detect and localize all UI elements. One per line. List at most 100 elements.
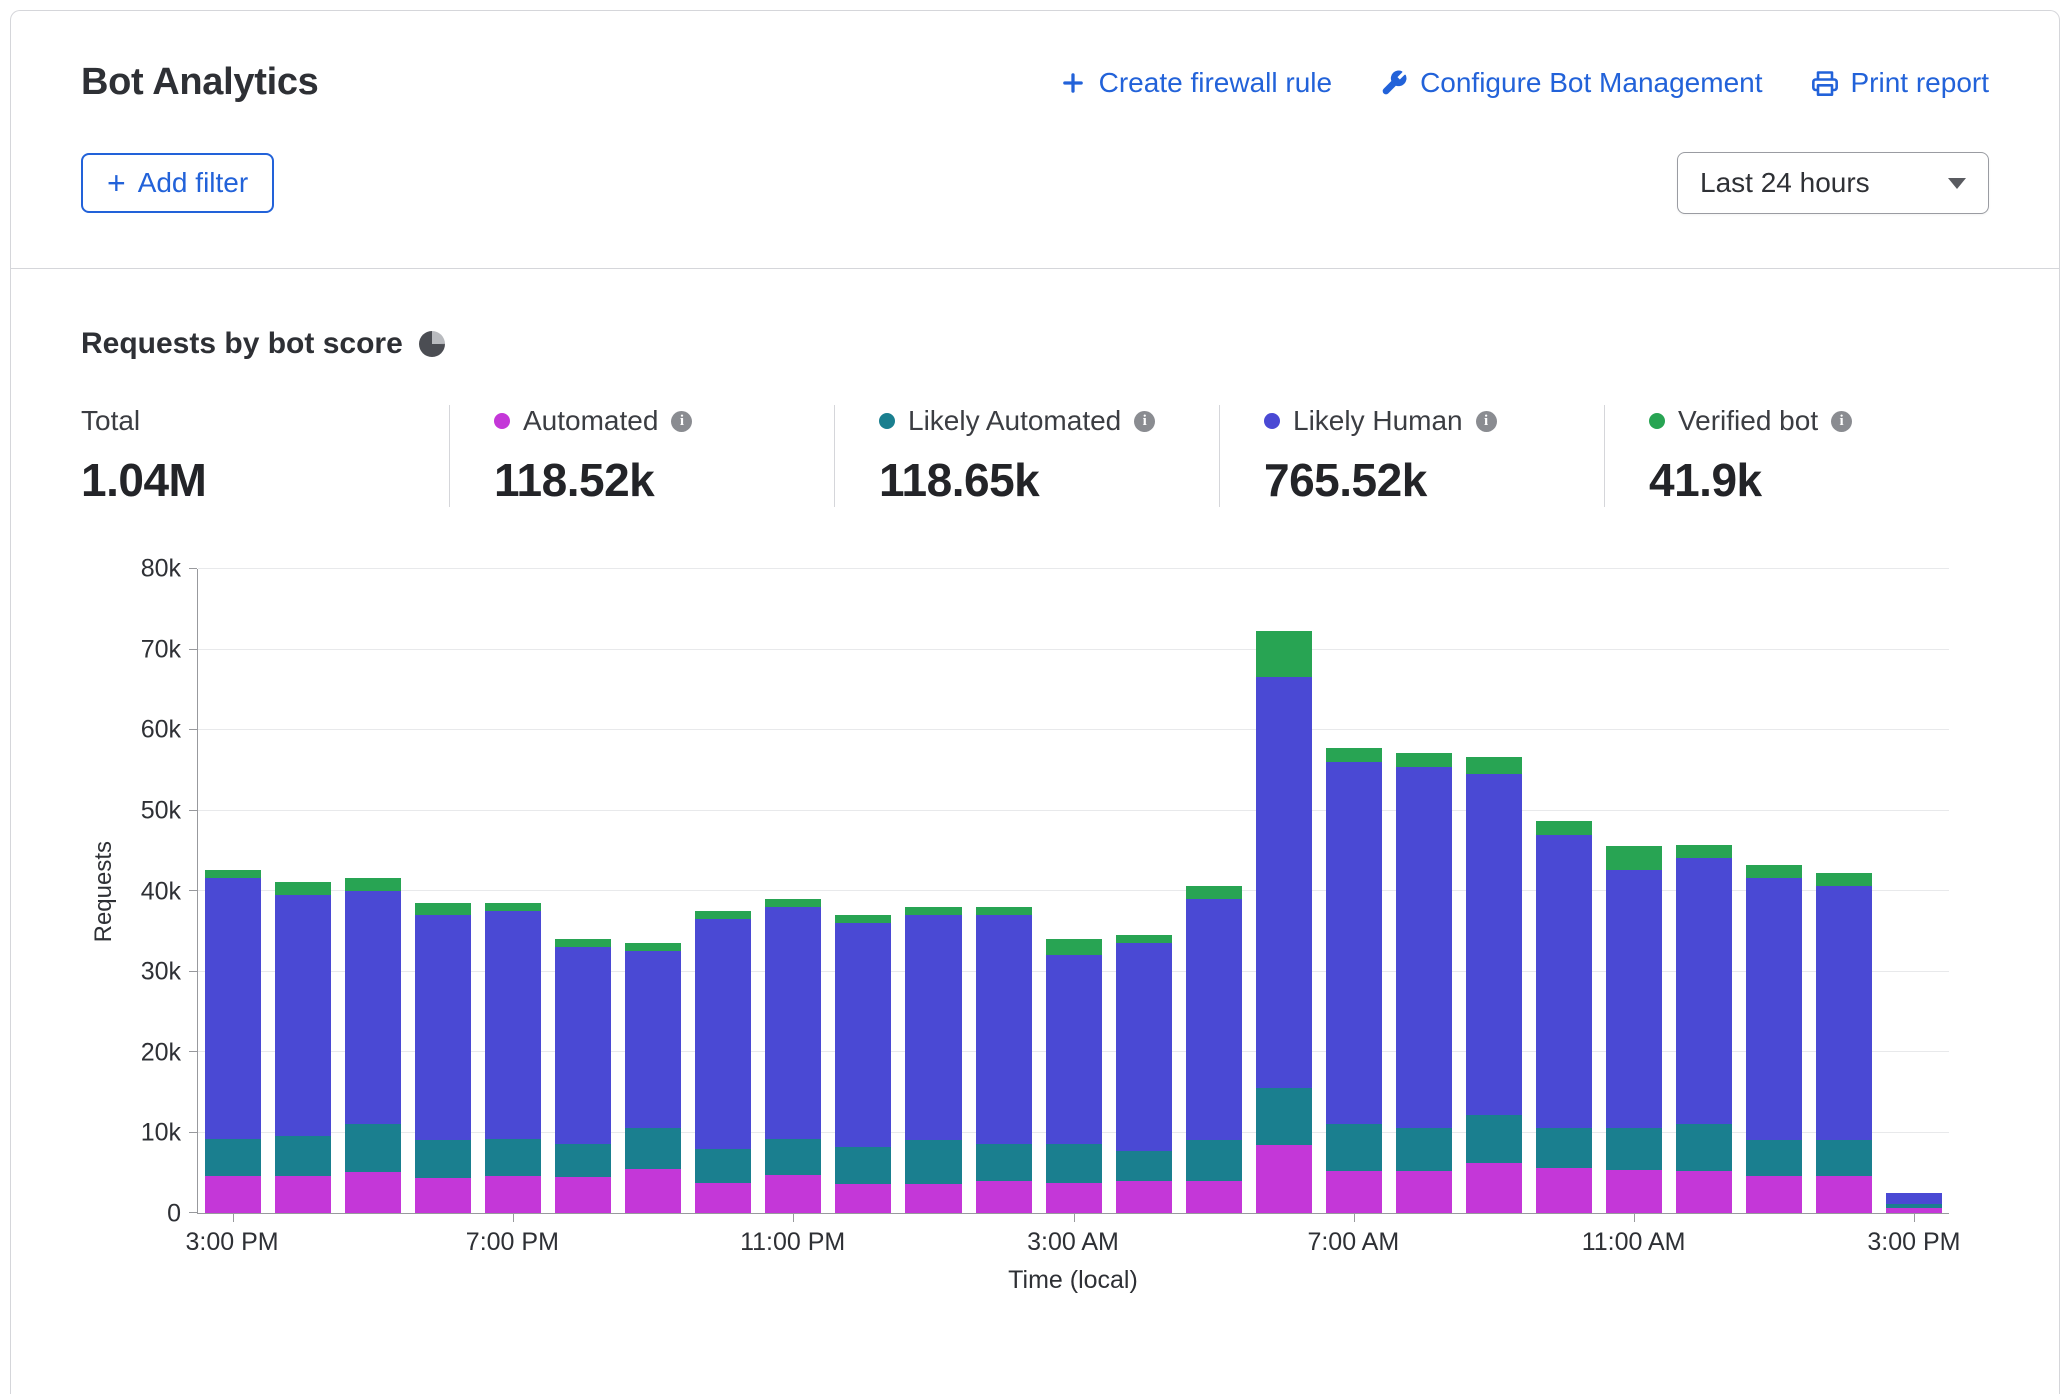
- segment-verified-bot: [555, 939, 611, 947]
- time-range-select[interactable]: Last 24 hours: [1677, 152, 1989, 214]
- stat-value: 41.9k: [1649, 453, 1989, 507]
- bar-slot: [198, 569, 268, 1213]
- wrench-icon: [1380, 69, 1408, 97]
- bar-slot: [898, 569, 968, 1213]
- bar-slot: [1389, 569, 1459, 1213]
- bar-slot: [1039, 569, 1109, 1213]
- segment-likely-automated: [835, 1147, 891, 1184]
- segment-verified-bot: [976, 907, 1032, 915]
- y-tick-mark: [189, 568, 197, 569]
- bars-layer: [198, 569, 1949, 1213]
- main: Requests by bot score Total 1.04M Automa…: [11, 327, 2059, 1295]
- segment-likely-automated: [765, 1139, 821, 1175]
- section-title-row: Requests by bot score: [81, 327, 1989, 361]
- segment-likely-human: [1746, 878, 1802, 1139]
- stat-total: Total 1.04M: [81, 405, 449, 507]
- segment-automated: [1676, 1171, 1732, 1213]
- segment-likely-automated: [905, 1140, 961, 1184]
- segment-automated: [275, 1176, 331, 1213]
- segment-likely-automated: [1466, 1115, 1522, 1163]
- segment-verified-bot: [345, 878, 401, 890]
- info-icon[interactable]: i: [671, 411, 692, 432]
- x-tick-label: 7:00 AM: [1307, 1228, 1399, 1257]
- add-filter-button[interactable]: + Add filter: [81, 153, 274, 213]
- segment-automated: [1326, 1171, 1382, 1213]
- action-create-firewall-rule[interactable]: Create firewall rule: [1059, 67, 1332, 99]
- segment-verified-bot: [1676, 845, 1732, 859]
- x-tick-label: 11:00 AM: [1582, 1228, 1686, 1257]
- bar-slot: [1179, 569, 1249, 1213]
- bar-9-00-am-18: [1466, 757, 1522, 1213]
- bar-7-00-pm-4: [485, 903, 541, 1213]
- legend-dot: [1649, 413, 1665, 429]
- x-axis-title: Time (local): [197, 1266, 1949, 1295]
- action-label: Create firewall rule: [1099, 67, 1332, 99]
- y-tick-label: 30k: [141, 958, 181, 987]
- segment-automated: [1186, 1181, 1242, 1213]
- segment-likely-automated: [625, 1128, 681, 1169]
- segment-likely-automated: [485, 1139, 541, 1176]
- segment-verified-bot: [625, 943, 681, 951]
- x-tick-label: 3:00 AM: [1027, 1228, 1119, 1257]
- action-label: Print report: [1851, 67, 1990, 99]
- info-icon[interactable]: i: [1134, 411, 1155, 432]
- segment-automated: [1116, 1181, 1172, 1213]
- bot-analytics-card: Bot Analytics Create firewall rule Config…: [10, 10, 2060, 1394]
- segment-likely-automated: [1816, 1140, 1872, 1176]
- action-print-report[interactable]: Print report: [1811, 67, 1990, 99]
- y-axis-ticks: 010k20k30k40k50k60k70k80k: [127, 569, 197, 1214]
- segment-likely-human: [695, 919, 751, 1149]
- bar-slot: [268, 569, 338, 1213]
- segment-verified-bot: [1746, 865, 1802, 879]
- segment-verified-bot: [205, 870, 261, 878]
- stat-value: 118.52k: [494, 453, 834, 507]
- info-icon[interactable]: i: [1476, 411, 1497, 432]
- bar-11-00-am-20: [1606, 846, 1662, 1213]
- stat-label: Likely Automated: [908, 405, 1121, 437]
- stat-top: Automatedi: [494, 405, 834, 437]
- segment-automated: [205, 1176, 261, 1213]
- segment-verified-bot: [1186, 886, 1242, 898]
- plus-icon: [1059, 69, 1087, 97]
- segment-likely-human: [835, 923, 891, 1147]
- bar-12-00-am-9: [835, 915, 891, 1213]
- y-tick-label: 40k: [141, 877, 181, 906]
- segment-likely-human: [905, 915, 961, 1141]
- bar-slot: [1459, 569, 1529, 1213]
- segment-likely-human: [1816, 886, 1872, 1139]
- y-tick-mark: [189, 729, 197, 730]
- stat-likely-automated: Likely Automatedi118.65k: [834, 405, 1219, 507]
- bar-8-00-am-17: [1396, 753, 1452, 1213]
- action-label: Configure Bot Management: [1420, 67, 1762, 99]
- page-title: Bot Analytics: [81, 61, 319, 104]
- bar-slot: [478, 569, 548, 1213]
- segment-likely-automated: [205, 1139, 261, 1176]
- segment-likely-automated: [1606, 1128, 1662, 1171]
- segment-likely-automated: [976, 1144, 1032, 1181]
- segment-automated: [1256, 1145, 1312, 1213]
- segment-verified-bot: [1326, 748, 1382, 762]
- segment-likely-human: [765, 907, 821, 1139]
- bar-slot: [1529, 569, 1599, 1213]
- segment-likely-automated: [1746, 1140, 1802, 1176]
- y-tick-label: 20k: [141, 1038, 181, 1067]
- bar-6-00-am-15: [1256, 631, 1312, 1213]
- segment-likely-human: [1186, 899, 1242, 1141]
- segment-verified-bot: [835, 915, 891, 923]
- segment-likely-automated: [415, 1140, 471, 1177]
- bar-slot: [1739, 569, 1809, 1213]
- action-configure-bot-management[interactable]: Configure Bot Management: [1380, 67, 1762, 99]
- bar-3-00-pm-0: [205, 870, 261, 1213]
- y-tick-label: 80k: [141, 555, 181, 584]
- bar-3-00-am-12: [1046, 939, 1102, 1213]
- stat-value: 765.52k: [1264, 453, 1604, 507]
- chevron-down-icon: [1948, 178, 1966, 189]
- stat-total-top: Total: [81, 405, 449, 437]
- info-icon[interactable]: i: [1831, 411, 1852, 432]
- segment-likely-human: [1606, 870, 1662, 1127]
- bar-6-00-pm-3: [415, 903, 471, 1213]
- y-tick-label: 70k: [141, 635, 181, 664]
- time-range-value: Last 24 hours: [1700, 167, 1870, 199]
- bar-4-00-am-13: [1116, 935, 1172, 1213]
- segment-automated: [1746, 1176, 1802, 1213]
